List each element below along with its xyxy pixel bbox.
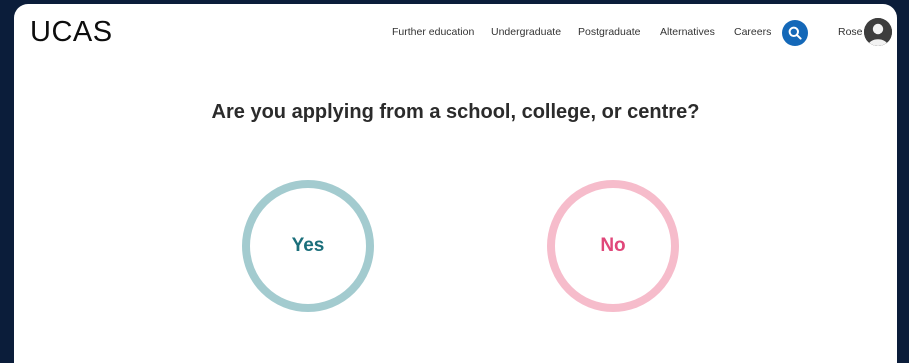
search-button[interactable] bbox=[782, 20, 808, 46]
nav-further-education[interactable]: Further education bbox=[392, 26, 474, 38]
page-frame: UCAS Further education Undergraduate Pos… bbox=[14, 4, 897, 363]
page-question: Are you applying from a school, college,… bbox=[211, 101, 700, 123]
yes-choice-label: Yes bbox=[291, 235, 325, 256]
user-avatar-icon[interactable] bbox=[864, 18, 892, 46]
no-choice-button[interactable]: No bbox=[547, 180, 679, 312]
nav-postgraduate[interactable]: Postgraduate bbox=[578, 26, 640, 38]
search-icon bbox=[788, 26, 802, 40]
nav-alternatives[interactable]: Alternatives bbox=[660, 26, 715, 38]
nav-careers[interactable]: Careers bbox=[734, 26, 771, 38]
nav-undergraduate[interactable]: Undergraduate bbox=[491, 26, 561, 38]
site-header: UCAS Further education Undergraduate Pos… bbox=[14, 4, 897, 60]
user-silhouette-icon bbox=[864, 18, 892, 46]
no-choice-label: No bbox=[600, 235, 626, 256]
yes-choice-button[interactable]: Yes bbox=[242, 180, 374, 312]
user-name[interactable]: Rose bbox=[838, 26, 863, 38]
ucas-logo[interactable]: UCAS bbox=[30, 16, 113, 49]
